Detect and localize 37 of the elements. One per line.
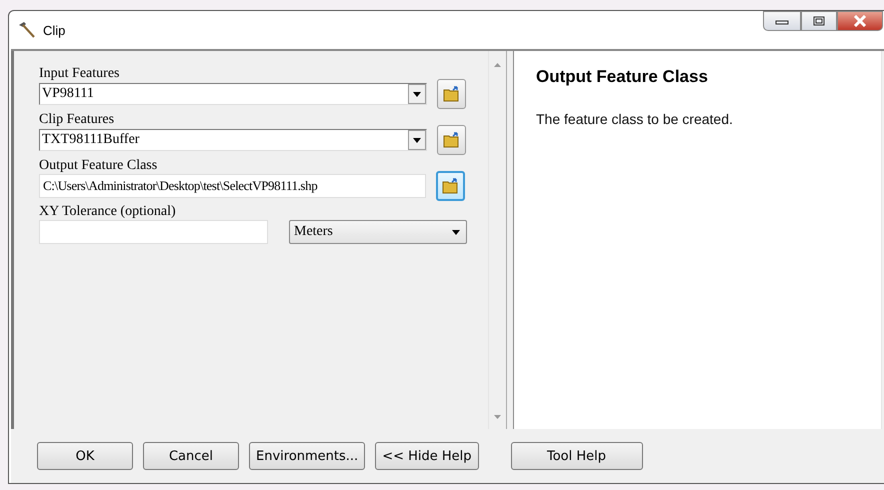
close-button[interactable] <box>837 11 883 31</box>
parameter-label: XY Tolerance (optional) <box>39 203 177 221</box>
help-text: The feature class to be created. <box>536 111 734 127</box>
minimize-button[interactable] <box>763 11 801 31</box>
close-icon <box>853 15 867 27</box>
browse-button[interactable] <box>436 171 465 201</box>
dialog-button[interactable]: Tool Help <box>510 442 643 470</box>
dialog-button[interactable]: << Hide Help <box>375 442 479 470</box>
scroll-down-icon[interactable] <box>494 415 501 419</box>
dialog-button[interactable]: OK <box>37 442 133 470</box>
dropdown-field[interactable]: TXT98111Buffer <box>39 129 427 151</box>
hammer-icon <box>17 21 37 39</box>
caret-icon <box>413 138 421 142</box>
scroll-up-icon[interactable] <box>494 63 501 67</box>
folder-icon <box>442 178 460 194</box>
dialog-button[interactable]: Environments... <box>249 442 366 470</box>
folder-icon <box>442 86 460 102</box>
tolerance-field[interactable] <box>39 220 268 244</box>
window-title: Clip <box>43 22 66 38</box>
dialog-button[interactable]: Cancel <box>143 442 239 470</box>
folder-icon <box>442 132 460 148</box>
maximize-icon <box>813 16 825 26</box>
browse-button[interactable] <box>437 79 466 109</box>
caret-icon <box>413 92 421 96</box>
parameter-label: Output Feature Class <box>39 157 158 175</box>
units-value: Meters <box>294 224 333 240</box>
dropdown-button[interactable] <box>408 130 426 150</box>
parameter-label: Input Features <box>39 65 120 83</box>
dropdown-field[interactable]: VP98111 <box>39 83 427 105</box>
browse-button[interactable] <box>437 125 466 155</box>
help-title: Output Feature Class <box>536 67 709 87</box>
caret-icon <box>452 230 460 234</box>
units-dropdown[interactable]: Meters <box>289 220 467 244</box>
maximize-button[interactable] <box>801 11 837 31</box>
path-field[interactable]: C:\Users\Administrator\Desktop\test\SelectVP98111.shp <box>39 174 426 198</box>
dropdown-button[interactable] <box>408 84 426 104</box>
parameter-label: Clip Features <box>39 111 116 129</box>
